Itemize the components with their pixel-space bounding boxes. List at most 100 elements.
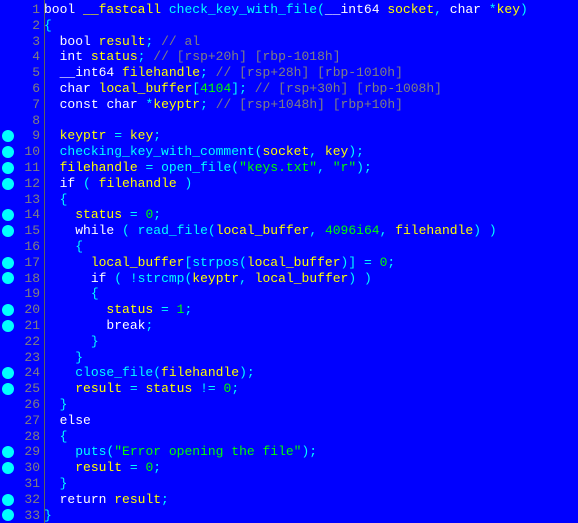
line-number: 19 xyxy=(16,286,40,302)
code-text[interactable]: const char *keyptr; // [rsp+1048h] [rbp+… xyxy=(44,97,403,113)
code-line[interactable]: 21 break; xyxy=(0,318,578,334)
code-text[interactable]: checking_key_with_comment(socket, key); xyxy=(44,144,364,160)
code-text[interactable]: char local_buffer[4104]; // [rsp+30h] [r… xyxy=(44,81,442,97)
line-number: 23 xyxy=(16,350,40,366)
code-line[interactable]: 6 char local_buffer[4104]; // [rsp+30h] … xyxy=(0,81,578,97)
code-line[interactable]: 32 return result; xyxy=(0,492,578,508)
code-text[interactable]: status = 0; xyxy=(44,207,161,223)
breakpoint-marker[interactable] xyxy=(2,383,14,395)
line-number: 20 xyxy=(16,302,40,318)
code-line[interactable]: 10 checking_key_with_comment(socket, key… xyxy=(0,144,578,160)
code-line[interactable]: 1bool __fastcall check_key_with_file(__i… xyxy=(0,2,578,18)
code-line[interactable]: 19 { xyxy=(0,286,578,302)
code-line[interactable]: 30 result = 0; xyxy=(0,460,578,476)
code-text[interactable]: if ( !strcmp(keyptr, local_buffer) ) xyxy=(44,271,372,287)
code-line[interactable]: 17 local_buffer[strpos(local_buffer)] = … xyxy=(0,255,578,271)
code-text[interactable]: bool __fastcall check_key_with_file(__in… xyxy=(44,2,528,18)
code-line[interactable]: 4 int status; // [rsp+20h] [rbp-1018h] xyxy=(0,49,578,65)
code-line[interactable]: 31 } xyxy=(0,476,578,492)
code-line[interactable]: 23 } xyxy=(0,350,578,366)
code-text[interactable]: filehandle = open_file("keys.txt", "r"); xyxy=(44,160,372,176)
code-line[interactable]: 27 else xyxy=(0,413,578,429)
code-text[interactable]: else xyxy=(44,413,91,429)
code-text[interactable]: break; xyxy=(44,318,153,334)
code-text[interactable]: { xyxy=(44,18,52,34)
breakpoint-marker[interactable] xyxy=(2,178,14,190)
code-text[interactable]: puts("Error opening the file"); xyxy=(44,444,317,460)
breakpoint-marker[interactable] xyxy=(2,509,14,521)
code-line[interactable]: 29 puts("Error opening the file"); xyxy=(0,444,578,460)
line-number: 1 xyxy=(16,2,40,18)
breakpoint-marker[interactable] xyxy=(2,209,14,221)
code-text[interactable]: while ( read_file(local_buffer, 4096i64,… xyxy=(44,223,497,239)
line-number: 31 xyxy=(16,476,40,492)
breakpoint-marker[interactable] xyxy=(2,367,14,379)
breakpoint-marker[interactable] xyxy=(2,462,14,474)
code-line[interactable]: 7 const char *keyptr; // [rsp+1048h] [rb… xyxy=(0,97,578,113)
breakpoint-marker[interactable] xyxy=(2,257,14,269)
breakpoint-marker[interactable] xyxy=(2,272,14,284)
code-text[interactable]: bool result; // al xyxy=(44,34,200,50)
code-text[interactable]: return result; xyxy=(44,492,169,508)
breakpoint-marker[interactable] xyxy=(2,320,14,332)
line-number: 5 xyxy=(16,65,40,81)
code-line[interactable]: 22 } xyxy=(0,334,578,350)
code-line[interactable]: 18 if ( !strcmp(keyptr, local_buffer) ) xyxy=(0,271,578,287)
code-line[interactable]: 15 while ( read_file(local_buffer, 4096i… xyxy=(0,223,578,239)
code-text[interactable]: status = 1; xyxy=(44,302,192,318)
breakpoint-marker[interactable] xyxy=(2,225,14,237)
code-text[interactable]: } xyxy=(44,350,83,366)
line-number: 16 xyxy=(16,239,40,255)
code-line[interactable]: 25 result = status != 0; xyxy=(0,381,578,397)
breakpoint-marker[interactable] xyxy=(2,304,14,316)
line-number: 22 xyxy=(16,334,40,350)
breakpoint-marker[interactable] xyxy=(2,162,14,174)
code-text[interactable]: if ( filehandle ) xyxy=(44,176,192,192)
line-number: 15 xyxy=(16,223,40,239)
line-number: 13 xyxy=(16,192,40,208)
code-line[interactable]: 33} xyxy=(0,508,578,523)
code-text[interactable]: } xyxy=(44,508,52,523)
code-line[interactable]: 20 status = 1; xyxy=(0,302,578,318)
line-number: 24 xyxy=(16,365,40,381)
line-number: 12 xyxy=(16,176,40,192)
breakpoint-marker[interactable] xyxy=(2,130,14,142)
code-text[interactable]: local_buffer[strpos(local_buffer)] = 0; xyxy=(44,255,395,271)
code-text[interactable]: result = 0; xyxy=(44,460,161,476)
line-number: 29 xyxy=(16,444,40,460)
code-line[interactable]: 13 { xyxy=(0,192,578,208)
code-text[interactable]: } xyxy=(44,334,99,350)
code-text[interactable]: } xyxy=(44,476,67,492)
code-line[interactable]: 9 keyptr = key; xyxy=(0,128,578,144)
line-number: 8 xyxy=(16,113,40,129)
code-text[interactable]: close_file(filehandle); xyxy=(44,365,255,381)
decompiler-view[interactable]: 1bool __fastcall check_key_with_file(__i… xyxy=(0,0,578,523)
code-text[interactable]: { xyxy=(44,429,67,445)
breakpoint-marker[interactable] xyxy=(2,446,14,458)
line-number: 7 xyxy=(16,97,40,113)
line-number: 10 xyxy=(16,144,40,160)
line-number: 21 xyxy=(16,318,40,334)
code-line[interactable]: 2{ xyxy=(0,18,578,34)
breakpoint-marker[interactable] xyxy=(2,494,14,506)
breakpoint-marker[interactable] xyxy=(2,146,14,158)
code-line[interactable]: 14 status = 0; xyxy=(0,207,578,223)
code-line[interactable]: 24 close_file(filehandle); xyxy=(0,365,578,381)
code-line[interactable]: 3 bool result; // al xyxy=(0,34,578,50)
code-line[interactable]: 16 { xyxy=(0,239,578,255)
code-line[interactable]: 26 } xyxy=(0,397,578,413)
line-number: 2 xyxy=(16,18,40,34)
code-text[interactable]: keyptr = key; xyxy=(44,128,161,144)
code-text[interactable]: { xyxy=(44,192,67,208)
code-line[interactable]: 12 if ( filehandle ) xyxy=(0,176,578,192)
code-line[interactable]: 11 filehandle = open_file("keys.txt", "r… xyxy=(0,160,578,176)
code-text[interactable]: } xyxy=(44,397,67,413)
code-line[interactable]: 28 { xyxy=(0,429,578,445)
code-text[interactable]: int status; // [rsp+20h] [rbp-1018h] xyxy=(44,49,341,65)
code-text[interactable]: __int64 filehandle; // [rsp+28h] [rbp-10… xyxy=(44,65,403,81)
code-text[interactable]: { xyxy=(44,239,83,255)
code-text[interactable]: { xyxy=(44,286,99,302)
code-text[interactable]: result = status != 0; xyxy=(44,381,239,397)
code-line[interactable]: 8 xyxy=(0,113,578,129)
code-line[interactable]: 5 __int64 filehandle; // [rsp+28h] [rbp-… xyxy=(0,65,578,81)
